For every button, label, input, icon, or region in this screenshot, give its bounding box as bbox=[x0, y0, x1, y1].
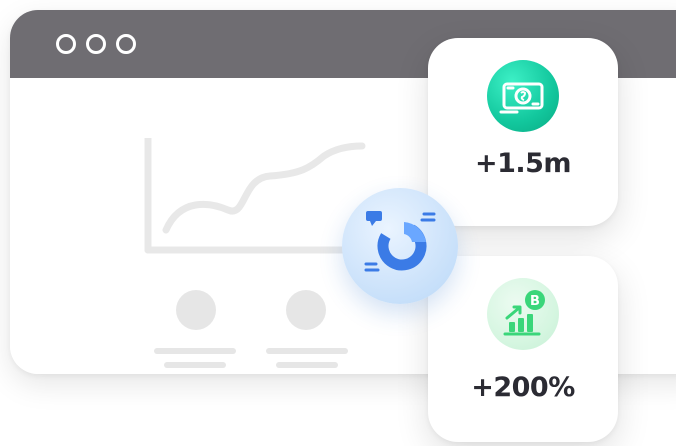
window-control-dot[interactable] bbox=[116, 34, 136, 54]
illustration: +1.5m B +200% bbox=[0, 0, 676, 446]
avatar-placeholder bbox=[286, 290, 326, 330]
text-placeholder bbox=[164, 362, 226, 368]
stat-value: +1.5m bbox=[474, 148, 572, 179]
window-control-dot[interactable] bbox=[86, 34, 106, 54]
window-control-dot[interactable] bbox=[56, 34, 76, 54]
chart-trend-line bbox=[162, 142, 366, 234]
placeholder-line-chart bbox=[144, 138, 366, 254]
pie-chart-icon bbox=[364, 211, 436, 272]
text-placeholder bbox=[276, 362, 338, 368]
text-placeholder bbox=[154, 348, 236, 354]
money-icon bbox=[487, 60, 559, 132]
text-placeholder bbox=[266, 348, 348, 354]
crypto-growth-icon: B bbox=[487, 278, 559, 350]
svg-text:B: B bbox=[530, 294, 540, 309]
avatar-placeholder bbox=[176, 290, 216, 330]
stat-value: +200% bbox=[471, 372, 575, 403]
pie-chart-badge bbox=[342, 188, 458, 304]
